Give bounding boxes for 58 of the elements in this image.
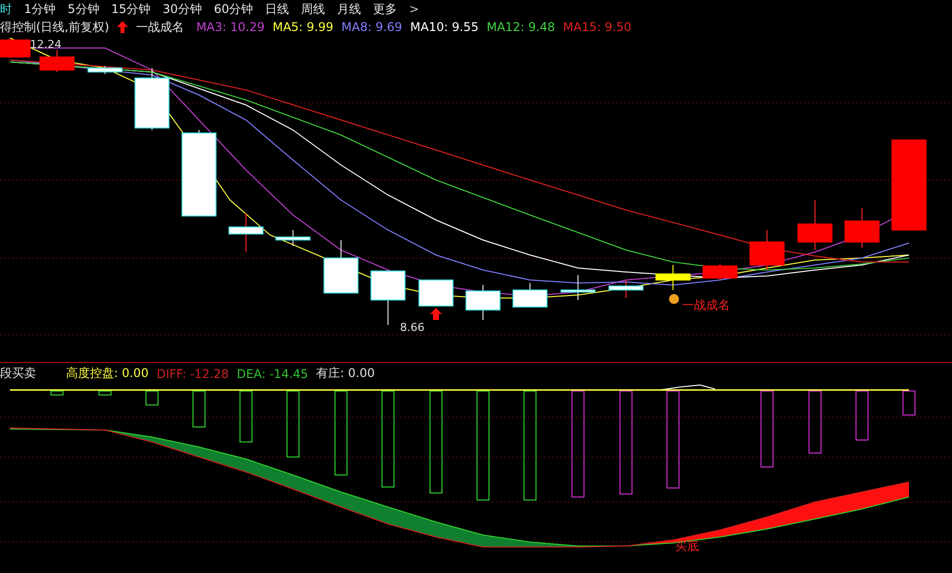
candlestick: [88, 66, 122, 74]
histogram-bar: [286, 390, 300, 458]
signal-name: 一战成名: [136, 18, 184, 36]
chart-title: 段买卖: [0, 365, 36, 382]
timeframe-tab[interactable]: 时: [0, 0, 12, 18]
candlestick: [608, 280, 644, 298]
indicator-value: MA15: 9.50: [563, 20, 632, 34]
timeframe-tab[interactable]: 5分钟: [68, 0, 100, 18]
candlestick: [228, 212, 264, 252]
chevron[interactable]: >: [409, 2, 420, 16]
indicator-value: MA12: 9.48: [486, 20, 556, 34]
indicator-value: MA3: 10.29: [196, 20, 265, 34]
histogram-bar: [50, 390, 64, 396]
timeframe-tab[interactable]: 15分钟: [111, 0, 151, 18]
histogram-bar: [808, 390, 822, 454]
candlestick: [0, 38, 30, 58]
candlestick: [134, 68, 170, 130]
timeframe-tab[interactable]: 月线: [337, 0, 362, 18]
indicator-value: DIFF: -12.28: [156, 366, 229, 380]
histogram-bar: [902, 390, 916, 416]
timeframe-tab[interactable]: 1分钟: [24, 0, 56, 18]
candlestick: [656, 264, 690, 290]
candlestick: [702, 264, 738, 280]
price-label: 8.66: [400, 321, 424, 334]
up-arrow-icon: [117, 21, 128, 33]
candlestick: [512, 282, 548, 308]
candlestick: [466, 284, 500, 320]
signal-label: 一战成名: [682, 298, 730, 312]
indicator-value: MA5: 9.99: [272, 20, 334, 34]
histogram-bar: [856, 390, 868, 440]
chart-title: 得控制(日线,前复权): [0, 18, 110, 36]
histogram-bar: [98, 390, 112, 396]
indicator-value: 有庄: 0.00: [316, 365, 375, 382]
timeframe-tab[interactable]: 30分钟: [162, 0, 202, 18]
timeframe-tab[interactable]: 日线: [265, 0, 290, 18]
candlestick: [750, 230, 784, 270]
up-arrow-icon: [430, 308, 442, 320]
candlestick: [418, 280, 454, 306]
candlestick: [560, 274, 596, 300]
indicator-value: MA8: 9.69: [341, 20, 402, 34]
histogram-bar: [146, 390, 158, 406]
candlestick: [324, 240, 358, 294]
ball-icon: [669, 294, 679, 304]
price-label: 12.24: [30, 38, 62, 51]
timeframe-tab[interactable]: 更多: [373, 0, 398, 18]
histogram-bar: [192, 390, 206, 428]
hump-line: [660, 384, 716, 390]
timeframe-tab[interactable]: 60分钟: [214, 0, 254, 18]
candlestick: [798, 200, 832, 250]
indicator-value: MA10: 9.55: [410, 20, 479, 34]
histogram-bar: [240, 390, 252, 442]
candlestick: [844, 208, 880, 248]
indicator-value: DEA: -14.45: [236, 366, 308, 380]
timeframe-tab[interactable]: 周线: [301, 0, 326, 18]
indicator-value: 高度控盘: 0.00: [66, 365, 149, 382]
candlestick: [276, 230, 310, 246]
signal-label: 买底: [675, 539, 699, 553]
candlestick: [40, 50, 74, 72]
